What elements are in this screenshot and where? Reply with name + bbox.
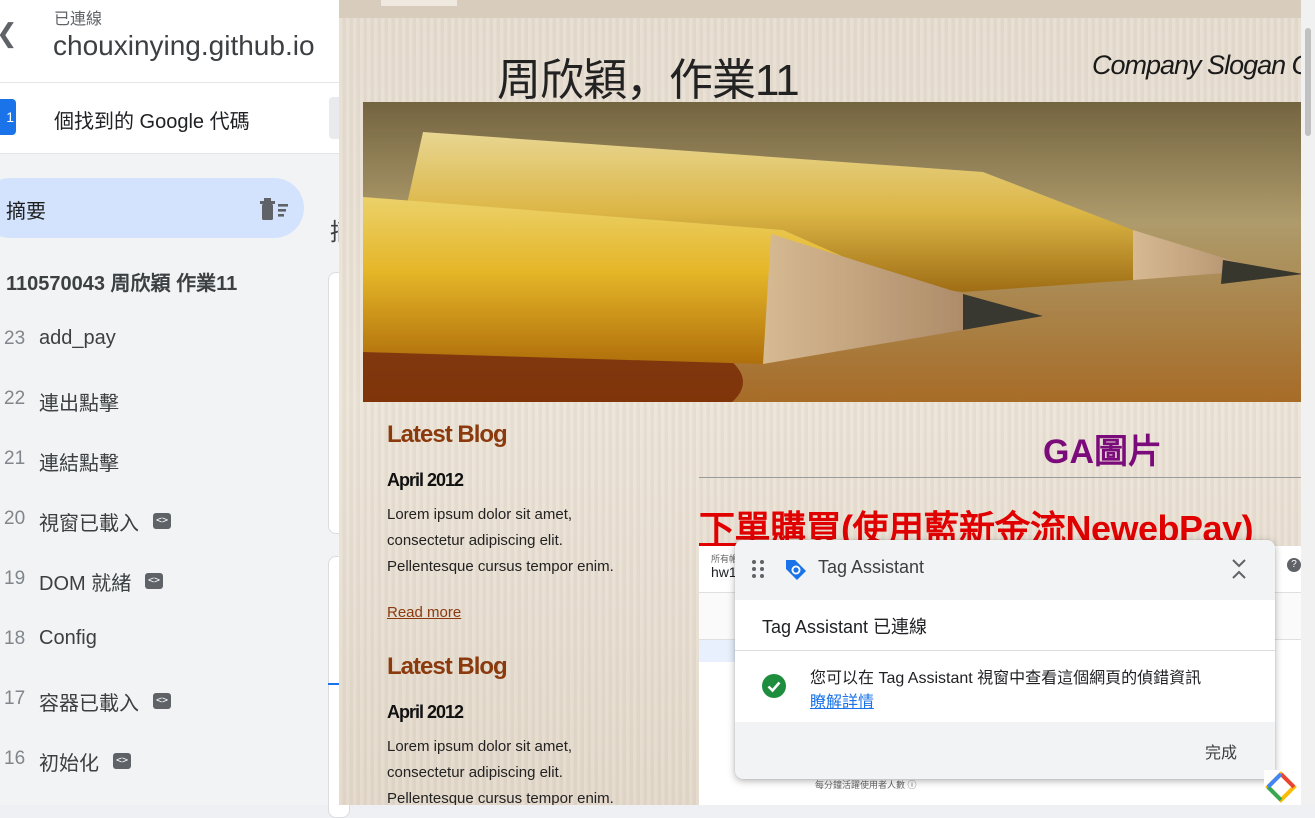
event-label: 視窗已載入 bbox=[39, 513, 139, 535]
event-item[interactable]: 21 連結點擊 bbox=[0, 440, 300, 480]
top-strip bbox=[339, 0, 1315, 18]
ga-shot-title: hw1 bbox=[711, 564, 737, 580]
summary-label: 摘要 bbox=[6, 201, 46, 223]
tags-found-row[interactable]: 1 個找到的 Google 代碼 bbox=[0, 83, 340, 154]
event-item[interactable]: 16 初始化 <> bbox=[0, 740, 300, 780]
event-item[interactable]: 20 視窗已載入 <> bbox=[0, 500, 300, 540]
scrollbar[interactable] bbox=[1301, 0, 1315, 805]
top-strip-tab bbox=[381, 0, 457, 6]
scroll-thumb[interactable] bbox=[1305, 28, 1311, 136]
tag-assistant-extension-icon[interactable] bbox=[1264, 770, 1298, 804]
popup-body: Tag Assistant 已連線 您可以在 Tag Assistant 視窗中… bbox=[735, 600, 1275, 722]
event-number: 17 bbox=[4, 688, 26, 709]
event-item[interactable]: 110570043 周欣穎 作業11 bbox=[0, 260, 300, 300]
connection-status: 已連線 bbox=[54, 11, 103, 28]
popup-header: Tag Assistant bbox=[735, 540, 1275, 598]
hero-pencils-image bbox=[363, 102, 1305, 402]
code-icon: <> bbox=[113, 753, 131, 769]
read-more-link[interactable]: Read more bbox=[387, 604, 461, 621]
event-number: 21 bbox=[4, 448, 26, 469]
divider bbox=[699, 477, 1309, 478]
drag-handle-icon[interactable] bbox=[751, 559, 765, 579]
popup-title: Tag Assistant bbox=[818, 557, 925, 577]
divider bbox=[735, 650, 1275, 651]
code-icon: <> bbox=[153, 693, 171, 709]
popup-status: Tag Assistant 已連線 bbox=[762, 617, 928, 637]
event-label: 容器已載入 bbox=[39, 693, 139, 715]
event-number: 16 bbox=[4, 748, 26, 769]
event-number: 22 bbox=[4, 388, 26, 409]
blog-heading: Latest Blog bbox=[387, 421, 508, 448]
tag-assistant-logo-icon bbox=[786, 560, 806, 580]
tag-count-badge: 1 bbox=[0, 99, 16, 135]
event-item[interactable]: 18 Config bbox=[0, 620, 300, 660]
summary-item[interactable]: 摘要 bbox=[0, 178, 304, 238]
event-label: DOM 就緒 bbox=[39, 573, 132, 595]
event-number: 23 bbox=[4, 328, 26, 349]
event-item[interactable]: 19 DOM 就緒 <> bbox=[0, 560, 300, 600]
tag-assistant-popup: Tag Assistant Tag Assistant 已連線 您可以在 Tag… bbox=[735, 540, 1275, 779]
blog-text: Lorem ipsum dolor sit amet, consectetur … bbox=[387, 738, 614, 805]
done-button[interactable]: 完成 bbox=[1205, 739, 1237, 763]
clear-list-icon[interactable] bbox=[258, 196, 292, 222]
blog-date: April 2012 bbox=[387, 702, 464, 722]
check-circle-icon bbox=[762, 674, 786, 698]
event-number: 18 bbox=[4, 628, 26, 649]
blog-date: April 2012 bbox=[387, 470, 464, 490]
back-arrow-icon[interactable]: ❮ bbox=[0, 18, 18, 49]
code-icon: <> bbox=[153, 513, 171, 529]
company-slogan: Company Slogan Go bbox=[1092, 50, 1315, 80]
panel-header: ❮ 已連線 chouxinying.github.io bbox=[0, 0, 340, 83]
event-label: 初始化 bbox=[39, 753, 99, 775]
learn-more-link[interactable]: 瞭解詳情 bbox=[810, 688, 874, 712]
tag-assistant-panel: ❮ 已連線 chouxinying.github.io 1 個找到的 Googl… bbox=[0, 0, 341, 805]
blog-heading: Latest Blog bbox=[387, 653, 508, 680]
site-title: 周欣穎，作業11 bbox=[497, 56, 800, 105]
blog-text: Lorem ipsum dolor sit amet, consectetur … bbox=[387, 506, 614, 575]
collapse-icon[interactable] bbox=[1227, 556, 1251, 582]
code-icon: <> bbox=[145, 573, 163, 589]
event-label: Config bbox=[39, 627, 97, 649]
tags-found-label: 個找到的 Google 代碼 bbox=[54, 111, 250, 133]
event-label: 連結點擊 bbox=[39, 453, 119, 475]
event-item[interactable]: 17 容器已載入 <> bbox=[0, 680, 300, 720]
event-label: 110570043 周欣穎 作業11 bbox=[6, 273, 238, 295]
event-number: 19 bbox=[4, 568, 26, 589]
event-item[interactable]: 23 add_pay bbox=[0, 320, 300, 360]
event-number: 20 bbox=[4, 508, 26, 529]
popup-message: 您可以在 Tag Assistant 視窗中查看這個網頁的偵錯資訊 bbox=[810, 670, 1202, 687]
help-icon: ? bbox=[1287, 558, 1301, 572]
site-url: chouxinying.github.io bbox=[53, 30, 315, 61]
event-item[interactable]: 22 連出點擊 bbox=[0, 380, 300, 420]
ga-heading: GA圖片 bbox=[1043, 433, 1162, 471]
event-label: add_pay bbox=[39, 327, 116, 349]
ga-shot-footer: 每分鐘活躍使用者人數 ⓘ bbox=[815, 780, 917, 790]
event-label: 連出點擊 bbox=[39, 393, 119, 415]
